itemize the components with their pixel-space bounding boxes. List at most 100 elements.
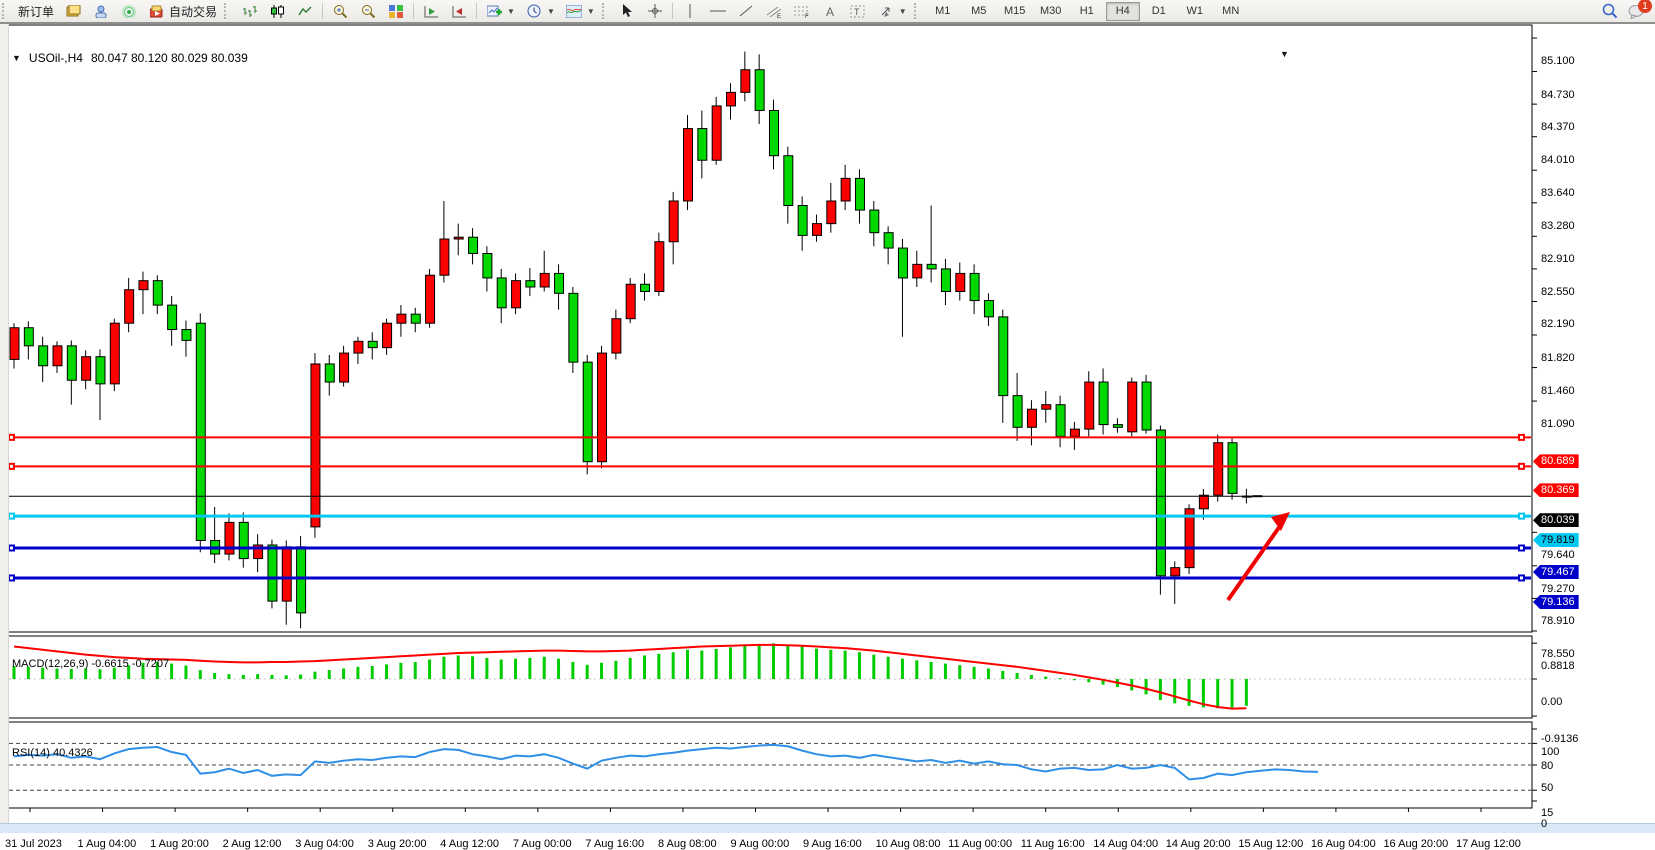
hline-end-marker-dot <box>1520 465 1523 468</box>
one-click-trading-arrow[interactable]: ▼ <box>12 53 21 63</box>
horizontal-line-button[interactable] <box>704 1 732 21</box>
timeframe-W1[interactable]: W1 <box>1178 2 1212 21</box>
chart-canvas[interactable] <box>0 24 1655 832</box>
time-axis-label: 31 Jul 2023 <box>5 838 62 850</box>
candle-body <box>10 328 19 360</box>
timeframe-M15[interactable]: M15 <box>998 2 1032 21</box>
autotrade-button[interactable]: 自动交易 <box>143 1 222 21</box>
macd-histogram-bar <box>270 675 273 679</box>
macd-histogram-bar <box>715 649 718 679</box>
candle-body <box>39 346 48 366</box>
timeframe-D1[interactable]: D1 <box>1142 2 1176 21</box>
cursor-icon <box>618 3 636 19</box>
macd-histogram-bar <box>328 670 331 679</box>
svg-text:F: F <box>805 14 809 18</box>
timeframe-MN[interactable]: MN <box>1214 2 1248 21</box>
macd-histogram-bar <box>686 650 689 679</box>
macd-histogram-bar <box>528 658 531 679</box>
fibonacci-button[interactable]: F <box>788 1 816 21</box>
macd-axis-label: -0.9136 <box>1541 733 1578 745</box>
crosshair-button[interactable] <box>641 1 669 21</box>
candle-body <box>325 364 334 382</box>
zoom-in-button[interactable] <box>326 1 354 21</box>
macd-histogram-bar <box>743 646 746 679</box>
macd-histogram-bar <box>801 647 804 679</box>
timeframe-M30[interactable]: M30 <box>1034 2 1068 21</box>
chart-shift-button[interactable] <box>445 1 473 21</box>
chat-notifications-icon[interactable]: 1 <box>1627 3 1645 19</box>
hline-end-marker-dot <box>10 576 13 579</box>
macd-histogram-bar <box>987 668 990 679</box>
chart-window-button[interactable] <box>59 1 87 21</box>
new-order-button[interactable]: 新订单 <box>13 1 59 21</box>
toolbar-drag-handle[interactable] <box>602 3 611 19</box>
vline-icon <box>681 3 699 19</box>
macd-histogram-bar <box>285 675 288 679</box>
zoom-in-icon <box>331 3 349 19</box>
macd-histogram-bar <box>958 665 961 679</box>
chevron-down-icon: ▼ <box>547 7 555 16</box>
toolbar-drag-handle[interactable] <box>914 3 923 19</box>
chart-window[interactable]: 85.10084.73084.37084.01083.64083.28082.9… <box>0 24 1655 832</box>
vertical-line-button[interactable] <box>676 1 704 21</box>
shapes-dropdown[interactable]: ▼ <box>872 1 912 21</box>
time-axis-label: 8 Aug 08:00 <box>658 838 717 850</box>
hline-end-marker-dot <box>1520 436 1523 439</box>
bars-chart-button[interactable] <box>235 1 263 21</box>
candle-body <box>598 353 607 462</box>
candle-body <box>1228 443 1237 494</box>
candle-body <box>196 323 205 540</box>
fibonacci-icon: F <box>793 3 811 19</box>
new-chart-dropdown[interactable]: ▼ <box>480 1 520 21</box>
macd-histogram-bar <box>672 652 675 679</box>
macd-histogram-bar <box>442 657 445 679</box>
tile-windows-button[interactable] <box>382 1 410 21</box>
chevron-down-icon: ▼ <box>507 7 515 16</box>
time-axis-label: 11 Aug 00:00 <box>948 838 1012 850</box>
timeframe-M1[interactable]: M1 <box>926 2 960 21</box>
rsi-axis-label: 80 <box>1541 760 1553 772</box>
candle-body <box>913 264 922 278</box>
channel-button[interactable]: E <box>760 1 788 21</box>
text-button[interactable]: A <box>816 1 844 21</box>
price-axis-label: 84.370 <box>1541 121 1575 133</box>
time-axis-label: 4 Aug 12:00 <box>440 838 499 850</box>
zoom-out-button[interactable] <box>354 1 382 21</box>
time-axis-label: 15 Aug 12:00 <box>1238 838 1303 850</box>
period-dropdown[interactable]: ▼ <box>520 1 560 21</box>
cursor-button[interactable] <box>613 1 641 21</box>
candle-body <box>110 323 119 384</box>
candle-body <box>1070 429 1079 436</box>
trendline-button[interactable] <box>732 1 760 21</box>
scroll-to-end-marker[interactable]: ▼ <box>1280 49 1289 59</box>
price-axis-label: 82.550 <box>1541 286 1575 298</box>
line-chart-button[interactable] <box>291 1 319 21</box>
macd-histogram-bar <box>815 649 818 679</box>
toolbar-drag-handle[interactable] <box>2 3 11 19</box>
search-icon[interactable] <box>1601 3 1619 19</box>
candlestick-chart-button[interactable] <box>263 1 291 21</box>
candle-body <box>297 547 306 613</box>
price-axis-label: 79.640 <box>1541 549 1575 561</box>
timeframe-M5[interactable]: M5 <box>962 2 996 21</box>
auto-scroll-button[interactable] <box>417 1 445 21</box>
candle-body <box>540 273 549 287</box>
candle-body <box>1056 405 1065 437</box>
signals-button[interactable] <box>115 1 143 21</box>
macd-histogram-bar <box>629 658 632 679</box>
rsi-axis-label: 0 <box>1541 818 1547 830</box>
toolbar-drag-handle[interactable] <box>224 3 233 19</box>
candle-body <box>454 237 463 239</box>
candle-body <box>970 273 979 300</box>
timeframe-H1[interactable]: H1 <box>1070 2 1104 21</box>
timeframe-H4[interactable]: H4 <box>1106 2 1140 21</box>
candle-body <box>1199 495 1208 509</box>
candle-body <box>340 353 349 382</box>
experts-button[interactable] <box>87 1 115 21</box>
candle-body <box>626 284 635 318</box>
template-dropdown[interactable]: ▼ <box>560 1 600 21</box>
trend-arrow-line[interactable] <box>1228 526 1280 600</box>
candle-body <box>669 201 678 242</box>
text-label-button[interactable]: T <box>844 1 872 21</box>
candle-body <box>1128 382 1137 432</box>
